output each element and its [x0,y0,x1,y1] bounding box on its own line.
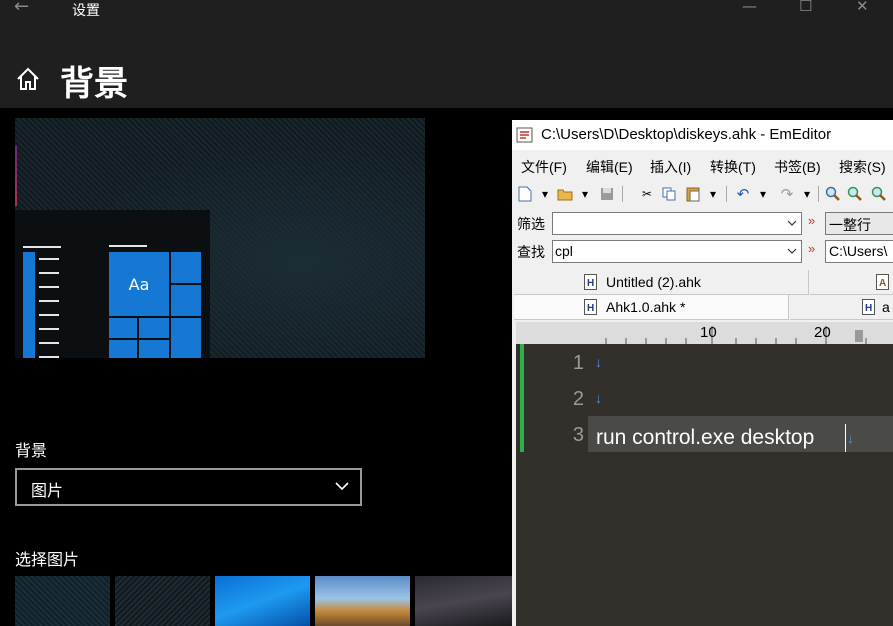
page-title: 背景 [60,64,128,104]
ahk-file-icon: H [862,299,875,315]
dropdown-arrow-icon[interactable]: ▾ [536,185,554,203]
back-arrow-icon[interactable]: ← [14,0,29,17]
newline-mark: ↓ [847,430,854,446]
filter-label: 筛选 [517,216,545,232]
line-number: 2 [572,388,584,410]
find-bar: 查找 cpl » C:\Users\ [512,238,893,264]
maximize-button[interactable]: ☐ [799,0,812,15]
chevron-down-icon[interactable] [787,219,797,227]
menu-search[interactable]: 搜索(S) [839,157,886,177]
find-next-icon[interactable] [846,185,864,203]
tab-label: Untitled (2).ahk [606,274,701,290]
picture-thumbnail[interactable] [115,576,210,626]
picture-thumbnail[interactable] [215,576,310,626]
chevron-down-icon [335,482,349,491]
emeditor-app-icon [516,127,533,143]
preview-start-menu: Aa [15,210,210,358]
preview-accent-strip [15,146,17,206]
ruler-mark: 10 [700,324,717,341]
ruler-mark: 20 [814,324,831,341]
tab-overflow[interactable]: A [810,270,893,295]
emeditor-title: C:\Users\D\Desktop\diskeys.ahk - EmEdito… [541,126,832,143]
save-icon[interactable] [598,185,616,203]
newline-mark: ↓ [595,354,602,370]
choose-picture-label: 选择图片 [15,550,80,569]
ahk-file-icon: H [584,299,597,315]
redo-icon[interactable]: ↷ [778,185,796,203]
svg-text:H: H [865,303,872,314]
preview-tile: Aa [109,252,169,316]
copy-icon[interactable] [660,185,678,203]
text-caret [845,424,846,452]
find-input-value: cpl [555,243,573,259]
picture-thumbnail[interactable] [415,576,512,626]
editor-pane[interactable]: 10 20 1 2 3 ↓ ↓ run control.exe desktop … [516,322,893,626]
svg-text:H: H [587,278,594,289]
filter-mode-select[interactable]: 一整行 [825,212,893,235]
svg-text:H: H [587,303,594,314]
tab-label: Ahk1.0.ahk * [606,299,686,315]
emeditor-menubar: 文件(F) 编辑(E) 插入(I) 转换(T) 书签(B) 搜索(S) [512,154,893,178]
find-icon[interactable] [824,185,842,203]
picture-thumbnail[interactable] [15,576,110,626]
code-line[interactable]: run control.exe desktop [596,426,814,450]
cut-icon[interactable]: ✂ [638,185,656,203]
new-file-icon[interactable] [516,185,534,203]
tab-label: a [882,299,890,315]
background-label: 背景 [15,441,48,460]
desktop-preview: Aa [15,118,425,358]
menu-insert[interactable]: 插入(I) [650,157,691,177]
ahk-file-icon: H [584,274,597,290]
chevron-down-icon[interactable] [787,247,797,255]
close-button[interactable]: ✕ [856,0,869,15]
dropdown-arrow-icon[interactable]: ▾ [798,185,816,203]
newline-mark: ↓ [595,390,602,406]
dropdown-arrow-icon[interactable]: ▾ [704,185,722,203]
background-type-select[interactable]: 图片 [15,468,362,506]
svg-text:A: A [879,278,886,289]
menu-bookmarks[interactable]: 书签(B) [774,157,821,177]
find-path-value: C:\Users\ [829,243,888,259]
find-label: 查找 [517,244,545,260]
tab-ahk1[interactable]: H Ahk1.0.ahk * [514,295,789,320]
filter-input[interactable] [552,212,802,235]
ahk-file-icon: A [876,274,889,290]
tab-a[interactable]: H a [790,295,893,320]
menu-convert[interactable]: 转换(T) [710,157,756,177]
find-input[interactable]: cpl [552,240,802,263]
line-number-gutter: 1 2 3 [516,344,588,626]
paste-icon[interactable] [684,185,702,203]
background-select-value: 图片 [31,481,64,500]
open-folder-icon[interactable] [556,185,574,203]
emeditor-toolbar: ▾ ▾ ✂ ▾ ↶ ▾ ↷ ▾ [512,180,893,208]
dropdown-arrow-icon[interactable]: ▾ [576,185,594,203]
settings-titlebar: ← 设置 — ☐ ✕ 背景 [0,0,893,108]
window-title: 设置 [72,3,100,19]
dropdown-arrow-icon[interactable]: ▾ [754,185,772,203]
home-icon[interactable] [15,66,41,92]
double-chevron-icon[interactable]: » [808,241,815,256]
line-number: 3 [572,424,584,446]
find-previous-icon[interactable] [870,185,888,203]
ruler: 10 20 [516,322,893,344]
picture-thumbnail[interactable] [315,576,410,626]
emeditor-window: C:\Users\D\Desktop\diskeys.ahk - EmEdito… [512,120,893,626]
tab-untitled-2[interactable]: H Untitled (2).ahk [514,270,809,295]
emeditor-titlebar: C:\Users\D\Desktop\diskeys.ahk - EmEdito… [512,120,893,150]
find-path-field[interactable]: C:\Users\ [825,240,893,263]
filter-mode-value: 一整行 [829,217,871,233]
undo-icon[interactable]: ↶ [734,185,752,203]
filter-bar: 筛选 » 一整行 [512,210,893,236]
double-chevron-icon[interactable]: » [808,213,815,228]
menu-edit[interactable]: 编辑(E) [586,157,633,177]
line-number: 1 [572,352,584,374]
minimize-button[interactable]: — [742,0,757,15]
menu-file[interactable]: 文件(F) [521,157,567,177]
